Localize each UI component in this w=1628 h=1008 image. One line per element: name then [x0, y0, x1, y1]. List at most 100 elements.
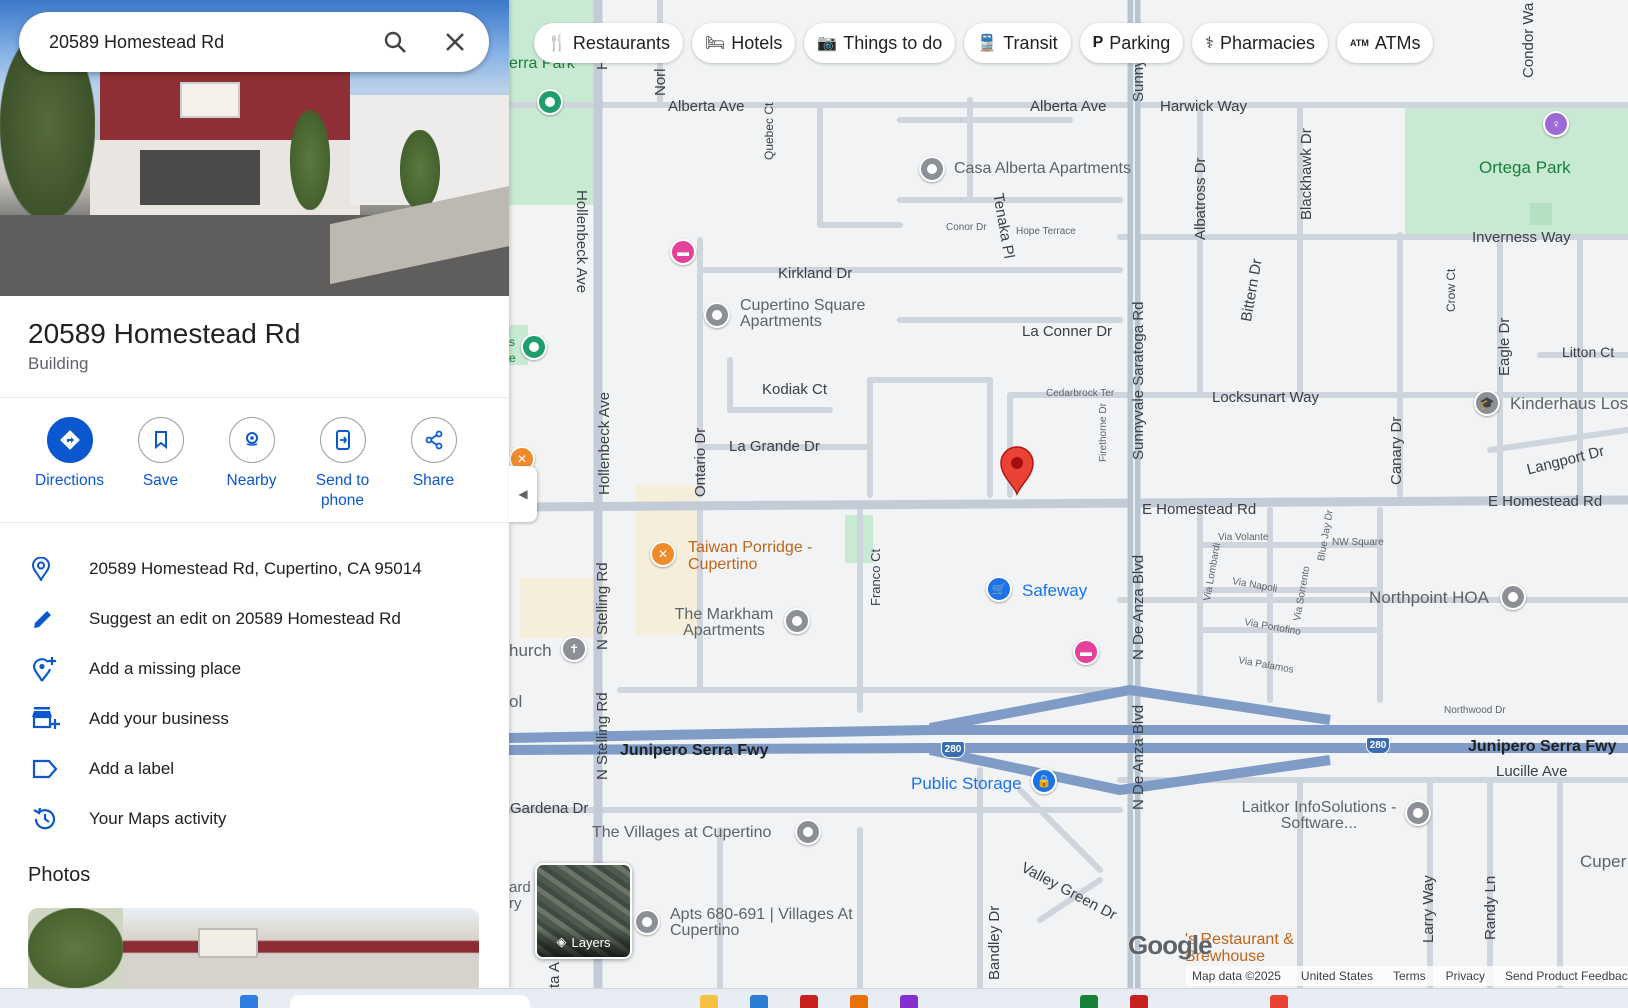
- chip-pharmacies[interactable]: ⚕ Pharmacies: [1192, 23, 1328, 63]
- privacy-link[interactable]: Privacy: [1446, 969, 1485, 983]
- apartment-pin-icon[interactable]: [704, 302, 730, 328]
- street-label: Ontario Dr: [692, 427, 709, 497]
- street-label: Hollenbeck Ave: [573, 190, 590, 294]
- chip-parking[interactable]: P Parking: [1079, 23, 1184, 63]
- place-label[interactable]: Northpoint HOA: [1369, 589, 1489, 606]
- place-label[interactable]: Cupertino Square Apartments: [740, 298, 910, 330]
- country-link[interactable]: United States: [1301, 969, 1373, 983]
- share-button[interactable]: Share: [388, 417, 479, 511]
- street-label: Northwood Dr: [1444, 705, 1506, 716]
- fork-knife-icon: 🍴: [547, 35, 567, 52]
- chip-transit[interactable]: 🚆 Transit: [964, 23, 1071, 63]
- place-label[interactable]: Public Storage: [911, 774, 1022, 794]
- action-buttons: Directions Save Nearby Send to phone Sha…: [24, 417, 479, 511]
- add-label-row[interactable]: Add a label: [0, 744, 509, 794]
- file-explorer-icon[interactable]: [700, 995, 718, 1008]
- layers-button[interactable]: ◈ Layers: [535, 863, 632, 959]
- mail-icon[interactable]: [1130, 995, 1148, 1008]
- add-business-row[interactable]: Add your business: [0, 694, 509, 744]
- street-label: Franco Ct: [868, 548, 883, 606]
- street-label: Norl: [652, 68, 669, 96]
- freeway-label: Junipero Serra Fwy: [620, 742, 769, 759]
- place-label[interactable]: Taiwan Porridge - Cupertino: [688, 539, 838, 573]
- add-missing-place-row[interactable]: Add a missing place: [0, 644, 509, 694]
- place-label: ard ry: [509, 879, 531, 912]
- collapse-panel-button[interactable]: ◀: [509, 466, 537, 522]
- street-label: E Homestead Rd: [1488, 493, 1603, 510]
- search-box[interactable]: 20589 Homestead Rd: [19, 12, 489, 72]
- directions-button[interactable]: Directions: [24, 417, 115, 511]
- place-details-panel: 20589 Homestead Rd 20589 Homestead Rd Bu…: [0, 0, 509, 988]
- app-icon[interactable]: [750, 995, 768, 1008]
- building-pin-icon[interactable]: [1405, 800, 1431, 826]
- apartment-pin-icon[interactable]: [795, 819, 821, 845]
- building-pin-icon[interactable]: [1500, 584, 1526, 610]
- chip-hotels[interactable]: 🛏 Hotels: [691, 23, 796, 63]
- storage-pin-icon[interactable]: 🔒: [1031, 768, 1057, 794]
- search-input[interactable]: 20589 Homestead Rd: [49, 32, 365, 53]
- place-label[interactable]: Safeway: [1022, 581, 1087, 601]
- shopping-cart-pin-icon[interactable]: 🛒: [986, 576, 1012, 602]
- street-label: Cedarbrock Ter: [1046, 388, 1115, 399]
- street-label: Randy Ln: [1482, 875, 1499, 940]
- apartment-pin-icon[interactable]: [784, 608, 810, 634]
- chip-things-to-do[interactable]: 📷 Things to do: [804, 23, 956, 63]
- place-label[interactable]: The Villages at Cupertino: [592, 825, 771, 841]
- school-pin-icon[interactable]: 🎓: [1474, 390, 1500, 416]
- send-to-phone-button[interactable]: Send to phone: [297, 417, 388, 511]
- place-label[interactable]: Casa Alberta Apartments: [954, 161, 1131, 177]
- restaurant-pin-icon[interactable]: ✕: [650, 541, 676, 567]
- interstate-280-shield: 280: [941, 741, 965, 758]
- terms-link[interactable]: Terms: [1393, 969, 1426, 983]
- street-label: Conor Dr: [946, 222, 987, 233]
- search-icon[interactable]: [365, 12, 425, 72]
- apartment-pin-icon[interactable]: [634, 909, 660, 935]
- train-icon: 🚆: [977, 35, 998, 52]
- share-icon: [410, 417, 457, 463]
- chip-atms[interactable]: ATM ATMs: [1336, 23, 1434, 63]
- close-icon[interactable]: [425, 12, 485, 72]
- address-row[interactable]: 20589 Homestead Rd, Cupertino, CA 95014: [0, 544, 509, 594]
- place-label[interactable]: The Markham Apartments: [668, 607, 780, 639]
- parking-icon: P: [1092, 34, 1104, 51]
- app-icon[interactable]: [900, 995, 918, 1008]
- maps-activity-row[interactable]: Your Maps activity: [0, 794, 509, 844]
- place-label: ol: [509, 692, 523, 711]
- directions-icon: [46, 417, 93, 463]
- park-pin-icon[interactable]: ♀: [1543, 111, 1569, 137]
- park-pin-icon[interactable]: [521, 334, 547, 360]
- chrome-icon[interactable]: [1270, 995, 1288, 1008]
- park-pin-icon[interactable]: [537, 89, 563, 115]
- taskbar-search-icon[interactable]: [290, 995, 530, 1008]
- selected-location-pin-icon[interactable]: [999, 446, 1035, 496]
- hotel-pin-icon[interactable]: ▬: [1073, 639, 1099, 665]
- apartment-pin-icon[interactable]: [919, 156, 945, 182]
- feedback-link[interactable]: Send Product Feedback: [1505, 969, 1628, 983]
- hotel-pin-icon[interactable]: ▬: [670, 239, 696, 265]
- place-label[interactable]: Apts 680-691 | Villages At Cupertino: [670, 907, 880, 939]
- street-label: Albatross Dr: [1192, 157, 1209, 240]
- chevron-left-icon: ◀: [518, 487, 528, 501]
- street-label: Crow Ct: [1444, 268, 1458, 312]
- label-icon: [0, 759, 89, 779]
- sheets-icon[interactable]: [1080, 995, 1098, 1008]
- app-icon[interactable]: [850, 995, 868, 1008]
- history-icon: [0, 806, 89, 832]
- nearby-button[interactable]: Nearby: [206, 417, 297, 511]
- add-business-icon: [0, 707, 89, 731]
- place-label[interactable]: Ortega Park: [1479, 159, 1571, 176]
- street-label: Eagle Dr: [1496, 317, 1513, 376]
- photo-thumbnail[interactable]: [28, 908, 479, 988]
- add-place-icon: [0, 656, 89, 682]
- windows-start-icon[interactable]: [240, 995, 258, 1008]
- save-button[interactable]: Save: [115, 417, 206, 511]
- place-label[interactable]: Kinderhaus Los: [1510, 395, 1628, 412]
- place-label: s e: [509, 335, 516, 365]
- suggest-edit-row[interactable]: Suggest an edit on 20589 Homestead Rd: [0, 594, 509, 644]
- phone-send-icon: [319, 417, 366, 463]
- mail-icon[interactable]: [800, 995, 818, 1008]
- chip-restaurants[interactable]: 🍴 Restaurants: [534, 23, 683, 63]
- place-label[interactable]: Laitkor InfoSolutions - Software...: [1234, 800, 1404, 832]
- place-type: Building: [28, 354, 89, 373]
- church-pin-icon[interactable]: ✝: [561, 636, 587, 662]
